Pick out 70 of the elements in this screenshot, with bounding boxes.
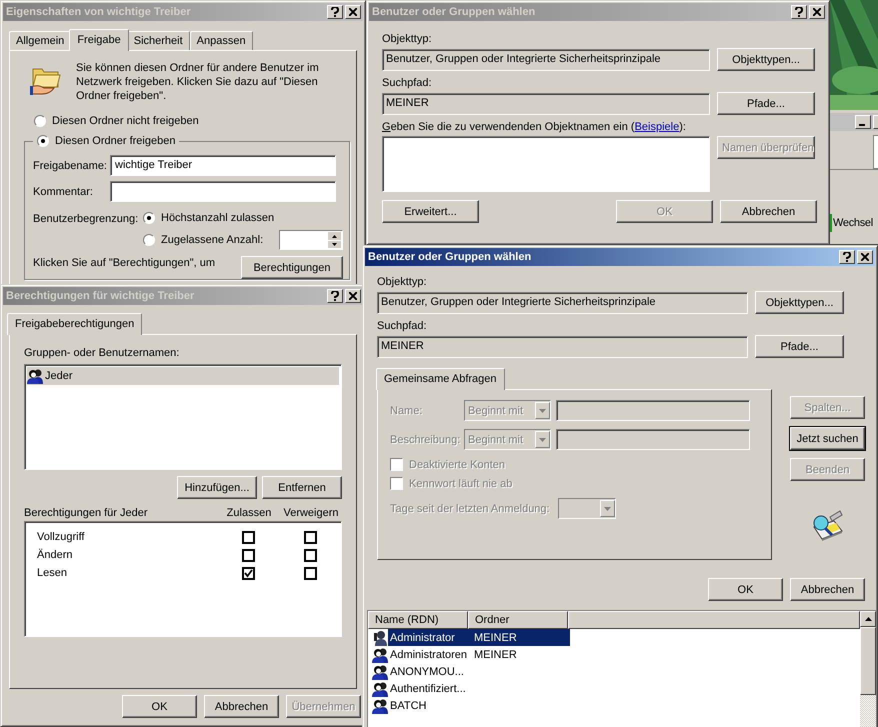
permission-name: Lesen (36, 567, 68, 579)
permission-name: Ändern (36, 549, 74, 561)
dialog-button[interactable]: Abbrechen (204, 695, 279, 718)
window-title: Benutzer oder Gruppen wählen (368, 251, 532, 263)
window-title: Berechtigungen für wichtige Treiber (6, 290, 196, 302)
permissions-hint: Klicken Sie auf "Berechtigungen", um (33, 256, 216, 270)
checkbox-label: Kennwort läuft nie ab (409, 478, 512, 490)
object-type-field: Benutzer, Gruppen oder Integrierte Sicherheitsprinzipale (382, 48, 710, 70)
intro-text: Sie können diesen Ordner für andere Benutzer im Netzwerk freigeben. Klicken Sie dazu auf "Diesen Ordner freigeben". (76, 61, 320, 103)
permission-name: Vollzugriff (36, 531, 86, 543)
prompt-text: Geben Sie die zu verwendenden Objektnamen ein (Beispiele): (382, 121, 687, 133)
search-path-field: MEINER (382, 92, 710, 114)
list-action-button[interactable]: Entfernen (262, 476, 342, 499)
list-action-button[interactable]: Hinzufügen... (177, 476, 257, 499)
radio-label: Diesen Ordner nicht freigeben (52, 115, 199, 127)
field-label: Freigabename: (33, 160, 108, 172)
folder-cell: MEINER (474, 648, 517, 660)
search-action-button[interactable]: Jetzt suchen (790, 427, 865, 450)
column-header[interactable]: Name (RDN) (368, 611, 468, 629)
name-cell-text: Administratoren (390, 648, 468, 660)
paths-button[interactable]: Pfade... (755, 335, 844, 358)
field-label: Objekttyp: (377, 276, 428, 288)
checkbox-label: Deaktivierte Konten (409, 458, 505, 470)
field-label: Suchpfad: (377, 320, 428, 332)
field-label: Beschreibung: (390, 434, 462, 446)
list-label: Gruppen- oder Benutzernamen: (24, 347, 180, 359)
radio-label: Zugelassene Anzahl: (161, 234, 264, 246)
field-label: Tage seit der letzten Anmeldung: (390, 502, 550, 514)
field-label: Kommentar: (33, 186, 94, 198)
object-types-button[interactable]: Objekttypen... (755, 291, 844, 314)
tab[interactable]: Anpassen (190, 31, 253, 50)
result-row[interactable]: Administrator MEINER (388, 629, 570, 646)
name-cell-text: BATCH (390, 700, 428, 712)
dialog-button[interactable]: OK (122, 695, 197, 718)
window-title: Benutzer oder Gruppen wählen (372, 6, 536, 18)
field-label: Name: (390, 404, 424, 416)
object-types-button[interactable]: Objekttypen... (717, 48, 815, 71)
tab[interactable]: Freigabeberechtigungen (7, 313, 142, 335)
result-row[interactable]: BATCH (388, 697, 570, 714)
window-title: Eigenschaften von wichtige Treiber (6, 6, 192, 18)
input-field[interactable]: wichtige Treiber (110, 155, 336, 176)
permissions-label: Berechtigungen für Jeder (24, 507, 149, 519)
folder-cell: MEINER (474, 632, 517, 644)
radio-label: Diesen Ordner freigeben (55, 135, 176, 147)
permissions-button[interactable]: Berechtigungen (241, 256, 343, 279)
search-path-field: MEINER (377, 336, 748, 358)
name-cell-text: Administrator (390, 632, 456, 644)
field-label: Suchpfad: (382, 77, 433, 89)
tab[interactable]: Sicherheit (126, 31, 190, 50)
field-label: Benutzerbegrenzung: (33, 212, 140, 227)
examples-link[interactable]: Beispiele (634, 121, 680, 133)
tab[interactable]: Gemeinsame Abfragen (376, 368, 505, 390)
name-cell-text: ANONYMOU... (390, 666, 465, 678)
dialog-button[interactable]: OK (708, 578, 783, 601)
column-header: Verweigern (282, 507, 340, 519)
radio-label: Höchstanzahl zulassen (161, 212, 274, 224)
field-label: Objekttyp: (382, 33, 433, 45)
paths-button[interactable]: Pfade... (717, 92, 815, 115)
tab[interactable]: Freigabe (69, 29, 129, 51)
dialog-button[interactable]: Abbrechen (720, 200, 817, 223)
result-row[interactable]: Administratoren MEINER (388, 646, 570, 663)
result-row[interactable]: Authentifiziert... (388, 680, 570, 697)
name-cell-text: Authentifiziert... (390, 682, 467, 694)
column-header[interactable]: Ordner (468, 611, 568, 629)
result-row[interactable]: ANONYMOU... (388, 663, 570, 680)
dialog-button[interactable]: Erweitert... (382, 200, 479, 223)
column-header: Zulassen (226, 507, 272, 519)
list-item[interactable]: Jeder (27, 367, 339, 385)
dialog-button[interactable]: Abbrechen (790, 578, 865, 601)
object-type-field: Benutzer, Gruppen oder Integrierte Sicherheitsprinzipale (377, 292, 748, 314)
